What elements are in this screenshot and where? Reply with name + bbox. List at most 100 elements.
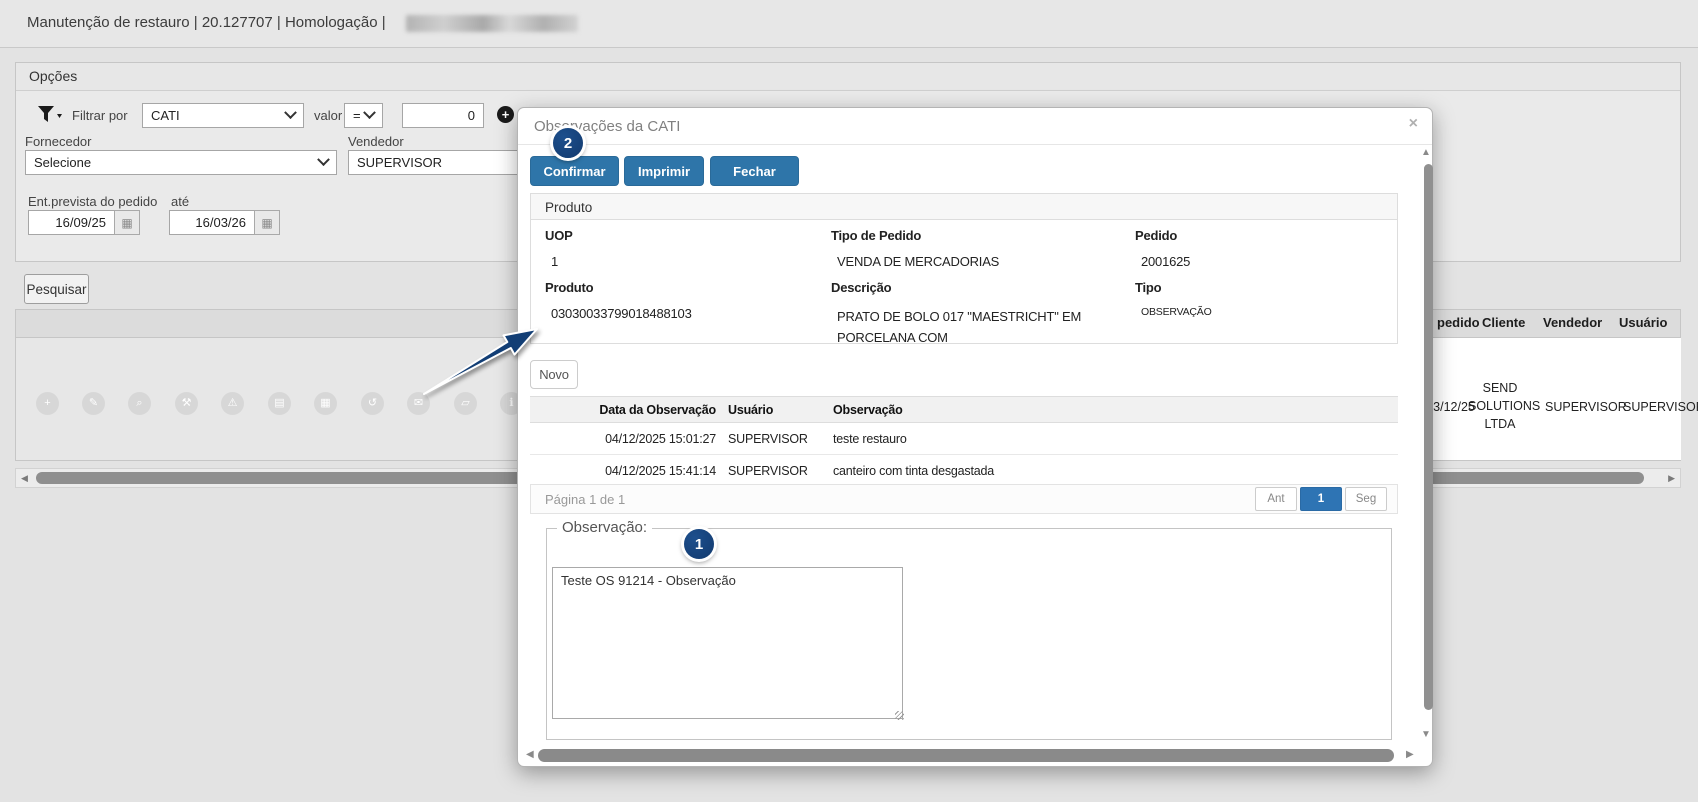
filter-icon[interactable] xyxy=(37,105,63,130)
col-data-observacao[interactable]: Data da Observação xyxy=(530,403,720,417)
fechar-button[interactable]: Fechar xyxy=(710,156,799,186)
obs-user: SUPERVISOR xyxy=(720,464,825,478)
tipo-pedido-label: Tipo de Pedido xyxy=(831,228,921,243)
column-header-pedido[interactable]: pedido xyxy=(1437,315,1480,330)
title-bar: Manutenção de restauro | 20.127707 | Hom… xyxy=(0,0,1698,48)
imprimir-button[interactable]: Imprimir xyxy=(624,156,704,186)
cell-usuario: SUPERVISOR xyxy=(1623,398,1683,416)
chevron-down-icon xyxy=(284,106,297,119)
pagination-page-1-button[interactable]: 1 xyxy=(1300,487,1342,511)
modal-scroll-left-icon[interactable]: ◀ xyxy=(526,750,534,760)
pdf-document-icon[interactable]: ▤ xyxy=(268,392,291,415)
pagination-prev-button[interactable]: Ant xyxy=(1255,487,1297,511)
calendar-icon[interactable]: ▦ xyxy=(254,210,280,235)
ate-label: até xyxy=(171,194,189,209)
descricao-value: PRATO DE BOLO 017 "MAESTRICHT" EM PORCEL… xyxy=(837,306,1087,348)
add-filter-icon[interactable]: + xyxy=(497,106,514,123)
fornecedor-label: Fornecedor xyxy=(25,134,91,149)
observations-table-header: Data da Observação Usuário Observação xyxy=(530,396,1398,423)
descricao-label: Descrição xyxy=(831,280,891,295)
scroll-left-icon[interactable]: ◀ xyxy=(21,474,28,483)
fornecedor-select-value: Selecione xyxy=(34,155,91,170)
valor-label: valor xyxy=(314,108,342,123)
data-de-input[interactable]: 16/09/25 xyxy=(28,210,115,235)
modal-horizontal-scrollbar-thumb[interactable] xyxy=(538,749,1394,762)
vendedor-label: Vendedor xyxy=(348,134,404,149)
observacao-legend: Observação: xyxy=(557,519,652,536)
uop-label: UOP xyxy=(545,228,573,243)
scroll-right-icon[interactable]: ▶ xyxy=(1668,474,1675,483)
calendar-icon[interactable]: ▦ xyxy=(114,210,140,235)
annotation-badge-1: 1 xyxy=(684,529,714,559)
column-header-usuario[interactable]: Usuário xyxy=(1619,315,1667,330)
image-document-icon[interactable]: ▦ xyxy=(314,392,337,415)
annotation-badge-2: 2 xyxy=(553,128,583,158)
page-title: Manutenção de restauro | 20.127707 | Hom… xyxy=(27,14,386,31)
close-icon[interactable]: × xyxy=(1409,116,1418,132)
history-icon[interactable]: ↺ xyxy=(361,392,384,415)
novo-button[interactable]: Novo xyxy=(530,360,578,389)
valor-input-value: 0 xyxy=(468,108,475,123)
produto-section: Produto UOP Tipo de Pedido Pedido 1 VEND… xyxy=(530,193,1398,344)
options-panel-title: Opções xyxy=(16,63,1680,91)
operador-select[interactable]: = xyxy=(344,103,383,128)
edit-icon[interactable]: ✎ xyxy=(82,392,105,415)
chevron-down-icon xyxy=(363,106,376,119)
obs-date: 04/12/2025 15:01:27 xyxy=(530,432,720,446)
chevron-down-icon xyxy=(317,153,330,166)
application-window: Manutenção de restauro | 20.127707 | Hom… xyxy=(0,0,1698,802)
ticket-icon[interactable]: ▱ xyxy=(454,392,477,415)
data-de-value: 16/09/25 xyxy=(55,215,106,230)
col-observacao[interactable]: Observação xyxy=(825,403,1398,417)
add-record-icon[interactable]: + xyxy=(36,392,59,415)
filtrar-por-label: Filtrar por xyxy=(72,108,128,123)
tipo-label: Tipo xyxy=(1135,280,1161,295)
obs-text: teste restauro xyxy=(825,432,1398,446)
pagination-next-button[interactable]: Seg xyxy=(1345,487,1387,511)
filtro-select[interactable]: CATI xyxy=(142,103,304,128)
column-header-cliente[interactable]: Cliente xyxy=(1482,315,1525,330)
vendedor-input-value: SUPERVISOR xyxy=(357,155,442,170)
modal-scroll-right-icon[interactable]: ▶ xyxy=(1406,750,1414,760)
tools-icon[interactable]: ⚒ xyxy=(175,392,198,415)
cell-vendedor: SUPERVISOR xyxy=(1545,398,1605,416)
tipo-value: OBSERVAÇÃO xyxy=(1141,306,1212,318)
observacoes-cati-modal: Observações da CATI × 2 Confirmar Imprim… xyxy=(517,107,1433,767)
obs-text: canteiro com tinta desgastada xyxy=(825,464,1398,478)
tipo-pedido-value: VENDA DE MERCADORIAS xyxy=(837,254,999,269)
data-ate-value: 16/03/26 xyxy=(195,215,246,230)
pagination-bar: Página 1 de 1 Ant 1 Seg xyxy=(530,484,1398,514)
data-ate-input[interactable]: 16/03/26 xyxy=(169,210,255,235)
search-record-icon[interactable]: ⌕ xyxy=(128,392,151,415)
confirmar-button[interactable]: Confirmar xyxy=(530,156,619,186)
pedido-value: 2001625 xyxy=(1141,254,1190,269)
textarea-resize-handle[interactable] xyxy=(895,711,904,720)
operador-select-value: = xyxy=(353,108,361,123)
column-header-vendedor[interactable]: Vendedor xyxy=(1543,315,1602,330)
redacted-company-name xyxy=(406,15,578,32)
modal-vertical-scrollbar-thumb[interactable] xyxy=(1424,164,1433,710)
obs-user: SUPERVISOR xyxy=(720,432,825,446)
table-row[interactable]: 3/12/25 SEND SOLUTIONS LTDA SUPERVISOR S… xyxy=(1433,338,1681,460)
produto-section-title: Produto xyxy=(530,193,1398,220)
valor-input[interactable]: 0 xyxy=(402,103,484,128)
ent-prevista-label: Ent.prevista do pedido xyxy=(28,194,157,209)
modal-scroll-up-icon[interactable]: ▲ xyxy=(1421,148,1431,158)
filtro-select-value: CATI xyxy=(151,108,180,123)
produto-label: Produto xyxy=(545,280,593,295)
warning-icon[interactable]: ⚠ xyxy=(221,392,244,415)
cell-cliente: SEND SOLUTIONS LTDA xyxy=(1468,379,1532,433)
pagination-label: Página 1 de 1 xyxy=(545,492,625,507)
produto-value: 03030033799018488103 xyxy=(551,306,692,321)
col-usuario[interactable]: Usuário xyxy=(720,403,825,417)
uop-value: 1 xyxy=(551,254,558,269)
pesquisar-button[interactable]: Pesquisar xyxy=(24,274,89,304)
observation-row[interactable]: 04/12/2025 15:41:14 SUPERVISOR canteiro … xyxy=(530,455,1398,487)
fornecedor-select[interactable]: Selecione xyxy=(25,150,337,175)
produto-section-body: UOP Tipo de Pedido Pedido 1 VENDA DE MER… xyxy=(530,220,1398,344)
observacao-textarea[interactable]: Teste OS 91214 - Observação xyxy=(552,567,903,719)
modal-scroll-down-icon[interactable]: ▼ xyxy=(1421,730,1431,740)
observation-row[interactable]: 04/12/2025 15:01:27 SUPERVISOR teste res… xyxy=(530,423,1398,455)
comment-icon[interactable]: ✉ xyxy=(407,392,430,415)
obs-date: 04/12/2025 15:41:14 xyxy=(530,464,720,478)
